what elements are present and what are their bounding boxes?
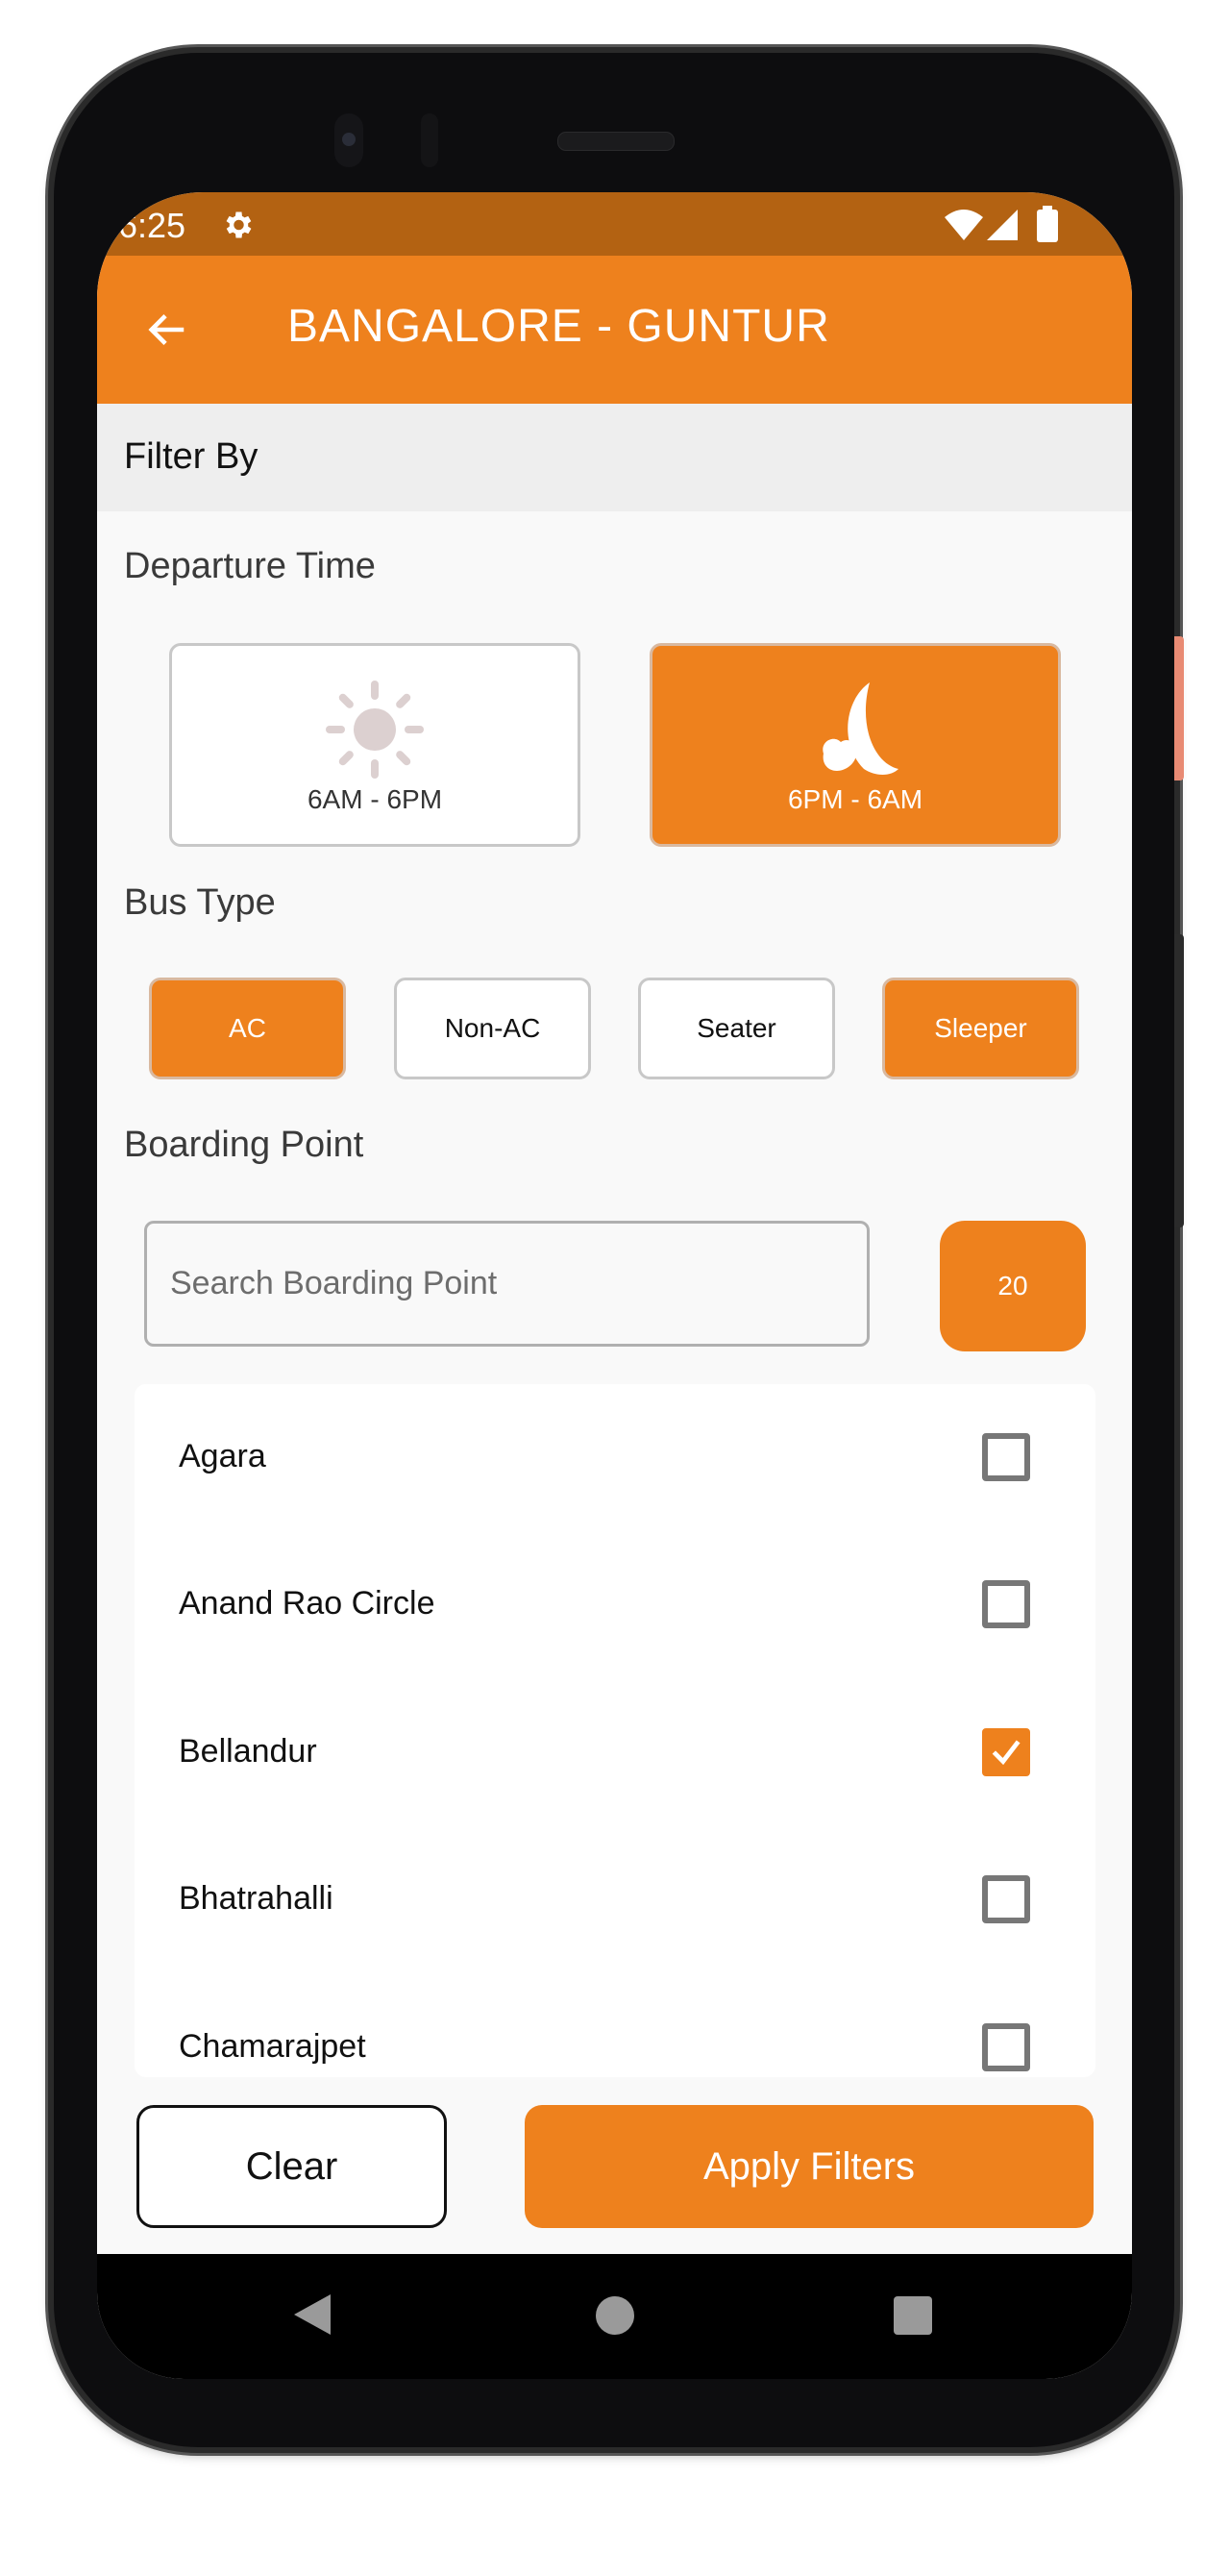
page-title: BANGALORE - GUNTUR: [287, 301, 830, 352]
check-icon: [992, 1740, 1021, 1766]
gear-icon: [226, 211, 252, 238]
bus-type-title: Bus Type: [124, 882, 276, 923]
checkbox[interactable]: [982, 2023, 1030, 2071]
apply-filters-button[interactable]: Apply Filters: [525, 2105, 1094, 2228]
bus-type-non-ac[interactable]: Non-AC: [394, 978, 591, 1079]
nav-home-icon[interactable]: [596, 2296, 634, 2335]
nav-back-icon[interactable]: [292, 2292, 332, 2337]
time-option-night[interactable]: 6PM - 6AM: [650, 643, 1061, 847]
boarding-point-search-input[interactable]: [144, 1221, 870, 1347]
list-item[interactable]: Chamarajpet: [135, 1974, 1095, 2077]
screen: 6:25 BANGALORE - GUNTUR Filter By Depart…: [97, 192, 1132, 2379]
bus-type-seater[interactable]: Seater: [638, 978, 835, 1079]
boarding-point-title: Boarding Point: [124, 1125, 364, 1165]
list-item-label: Anand Rao Circle: [179, 1585, 435, 1622]
list-item[interactable]: Agara: [135, 1384, 1095, 1532]
speaker-grille: [557, 132, 675, 151]
list-item-label: Bhatrahalli: [179, 1880, 333, 1917]
camera-icon: [334, 113, 363, 167]
sensor: [421, 113, 438, 167]
volume-button: [1174, 934, 1184, 1227]
filter-title: Filter By: [124, 436, 258, 477]
list-item[interactable]: Bhatrahalli: [135, 1826, 1095, 1974]
list-item-label: Chamarajpet: [179, 2028, 366, 2065]
power-button: [1174, 636, 1184, 780]
checkbox[interactable]: [982, 1580, 1030, 1628]
sun-icon: [326, 681, 424, 779]
checkbox[interactable]: [982, 1875, 1030, 1923]
filter-header: Filter By: [97, 404, 1132, 511]
status-time: 6:25: [118, 206, 186, 245]
list-item-label: Bellandur: [179, 1733, 317, 1770]
boarding-point-list: Agara Anand Rao Circle Bellandur Bhatrah…: [135, 1384, 1095, 2077]
bus-type-ac[interactable]: AC: [149, 978, 346, 1079]
signal-icon: [987, 210, 1018, 240]
app-bar: BANGALORE - GUNTUR: [97, 256, 1132, 404]
nav-recent-icon[interactable]: [894, 2296, 932, 2335]
arrow-left-icon[interactable]: [145, 308, 189, 352]
wifi-icon: [945, 210, 983, 240]
clear-button[interactable]: Clear: [136, 2105, 447, 2228]
status-bar: 6:25: [97, 192, 1132, 256]
time-option-day[interactable]: 6AM - 6PM: [169, 643, 580, 847]
time-option-label: 6PM - 6AM: [787, 784, 923, 814]
checkbox-checked[interactable]: [982, 1728, 1030, 1776]
list-item[interactable]: Anand Rao Circle: [135, 1531, 1095, 1679]
list-item[interactable]: Bellandur: [135, 1679, 1095, 1827]
bus-type-sleeper[interactable]: Sleeper: [882, 978, 1079, 1079]
boarding-point-count-button[interactable]: 20: [940, 1221, 1086, 1351]
battery-icon: [1037, 206, 1058, 242]
departure-time-title: Departure Time: [124, 546, 376, 586]
checkbox[interactable]: [982, 1433, 1030, 1481]
list-item-label: Agara: [179, 1438, 266, 1474]
time-option-label: 6AM - 6PM: [307, 784, 443, 814]
navigation-bar: [97, 2254, 1132, 2379]
moon-icon: [823, 682, 898, 775]
